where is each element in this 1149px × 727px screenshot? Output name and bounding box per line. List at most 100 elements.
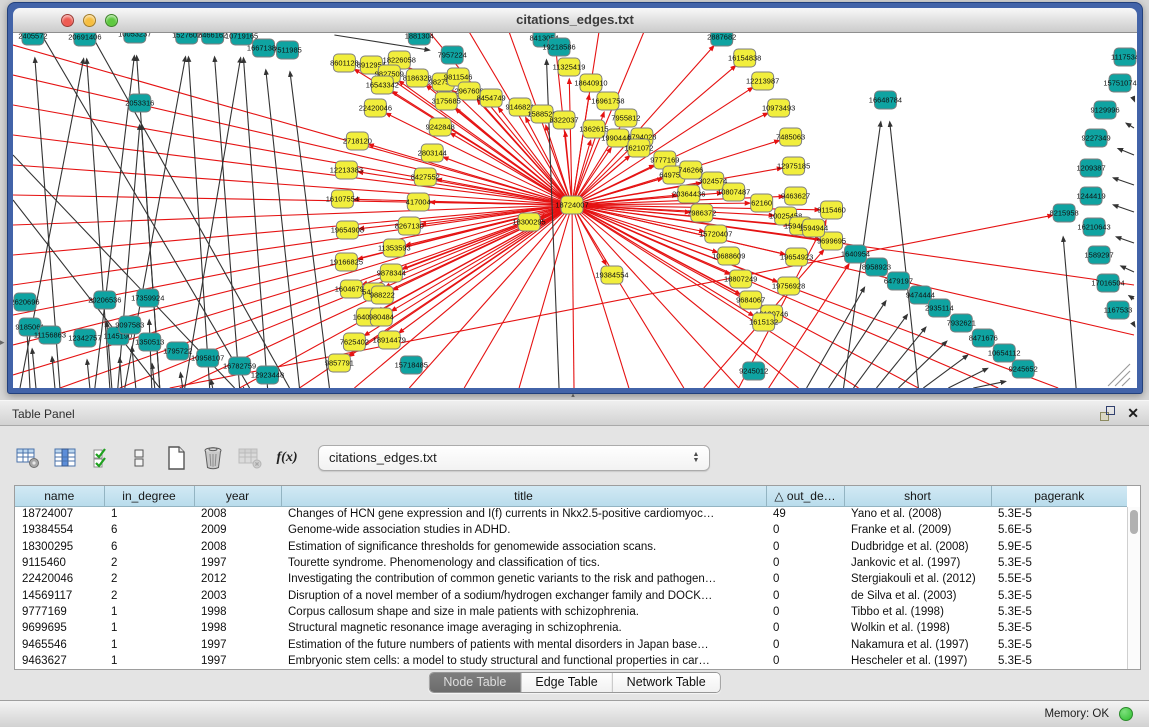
table-cell[interactable]: Franke et al. (2009) [844,522,991,538]
table-cell[interactable]: Structural magnetic resonance image aver… [281,620,766,636]
table-cell[interactable]: 5.3E-5 [991,604,1127,620]
table-row[interactable]: 1456911722003Disruption of a novel membe… [15,587,1127,603]
table-cell[interactable]: 0 [766,522,844,538]
table-cell[interactable]: 2 [104,555,194,571]
graph-node[interactable]: 980484 [369,308,394,326]
graph-node[interactable]: 2620696 [13,293,40,311]
graph-edge[interactable] [185,58,241,388]
table-cell[interactable]: 1998 [194,604,281,620]
table-row[interactable]: 2242004622012Investigating the contribut… [15,571,1127,587]
table-cell[interactable]: Jankovic et al. (1997) [844,555,991,571]
table-cell[interactable]: 6 [104,522,194,538]
table-cell[interactable]: Tourette syndrome. Phenomenology and cla… [281,555,766,571]
table-cell[interactable]: 5.9E-5 [991,539,1127,555]
graph-node[interactable]: 12213987 [746,72,779,90]
graph-node[interactable]: 8322037 [549,111,578,129]
table-cell[interactable]: Changes of HCN gene expression and I(f) … [281,506,766,522]
graph-node[interactable]: 9227349 [1082,129,1111,147]
table-cell[interactable]: 1998 [194,620,281,636]
graph-node[interactable]: 6479197 [884,272,913,290]
table-cell[interactable]: 9463627 [15,653,104,669]
graph-node[interactable]: 1244419 [1077,187,1106,205]
graph-node[interactable]: 988222 [370,286,395,304]
graph-node[interactable]: 2935114 [925,299,954,317]
graph-node[interactable]: 8186328 [403,69,432,87]
table-cell[interactable]: 1 [104,636,194,652]
table-cell[interactable]: 5.6E-5 [991,522,1127,538]
column-header-short[interactable]: short [844,486,991,506]
table-cell[interactable]: de Silva et al. (2003) [844,587,991,603]
table-cell[interactable]: 2 [104,571,194,587]
graph-edge[interactable] [1115,371,1130,386]
graph-node[interactable]: 1589297 [1085,246,1114,264]
table-cell[interactable]: 0 [766,587,844,603]
graph-edge[interactable] [1134,325,1135,326]
graph-edge[interactable] [854,315,908,388]
table-cell[interactable]: 0 [766,555,844,571]
table-cell[interactable]: 1 [104,620,194,636]
scrollbar-thumb[interactable] [1130,510,1138,534]
graph-node[interactable]: 1615132 [749,313,778,331]
table-cell[interactable]: Wolkin et al. (1998) [844,620,991,636]
graph-node[interactable]: 9684067 [736,291,765,309]
graph-node[interactable]: 16107554 [326,190,359,208]
table-cell[interactable]: 2008 [194,539,281,555]
table-cell[interactable]: 18724007 [15,506,104,522]
graph-node[interactable]: 2718120 [343,132,372,150]
column-header-pagerank[interactable]: pagerank [991,486,1127,506]
graph-edge[interactable] [1116,237,1134,243]
graph-node[interactable]: 1209387 [1077,159,1106,177]
graph-edge[interactable] [243,58,267,388]
graph-edge[interactable] [211,380,213,388]
graph-node[interactable]: 8601128 [330,54,359,72]
graph-node[interactable]: 9878344 [377,264,406,282]
graph-node[interactable]: 7625402 [340,333,369,351]
graph-node[interactable]: 15751074 [1103,74,1136,92]
graph-node[interactable]: 16154838 [728,49,761,67]
graph-node[interactable]: 19166825 [330,253,363,271]
table-row[interactable]: 977716911998Corpus callosum shape and si… [15,604,1127,620]
graph-node[interactable]: 7957224 [438,46,467,64]
table-cell[interactable]: 5.3E-5 [991,506,1127,522]
table-cell[interactable]: 1997 [194,636,281,652]
graph-node[interactable]: 10654112 [988,344,1021,362]
select-rows-check-icon[interactable] [88,444,116,472]
column-select-icon[interactable] [51,444,79,472]
graph-node[interactable]: 62160 [751,194,773,212]
graph-node[interactable]: 12975185 [777,157,810,175]
graph-node[interactable]: 1117534 [1111,48,1137,66]
table-row[interactable]: 946554611997Estimation of the future num… [15,636,1127,652]
table-cell[interactable]: 0 [766,604,844,620]
graph-node[interactable]: 7932621 [947,314,976,332]
graph-node[interactable]: 17359924 [131,289,164,307]
graph-node[interactable]: 12213383 [330,161,363,179]
graph-node[interactable]: 17016504 [1091,274,1124,292]
graph-node[interactable]: 8215958 [1050,204,1079,222]
graph-edge[interactable] [519,205,572,388]
graph-node[interactable]: 10688609 [712,247,745,265]
table-cell[interactable]: 2008 [194,506,281,522]
delete-entry-trash-icon[interactable] [199,444,227,472]
table-cell[interactable]: 0 [766,636,844,652]
graph-node[interactable]: 9129996 [1090,101,1119,119]
graph-node[interactable]: 8471676 [969,329,998,347]
graph-edge[interactable] [1129,296,1134,299]
graph-node[interactable]: 417004 [406,193,431,211]
graph-node[interactable]: 8427552 [411,168,440,186]
table-cell[interactable]: 1 [104,604,194,620]
table-vertical-scrollbar[interactable] [1127,507,1140,669]
graph-edge[interactable] [948,368,987,388]
graph-node[interactable]: 16961758 [591,92,624,110]
table-cell[interactable]: 18300295 [15,539,104,555]
column-header-in_degree[interactable]: in_degree [104,486,194,506]
network-window-titlebar[interactable]: citations_edges.txt [13,8,1137,33]
table-cell[interactable]: Nakamura et al. (1997) [844,636,991,652]
graph-node[interactable]: 7955812 [611,109,640,127]
table-cell[interactable]: Disruption of a novel member of a sodium… [281,587,766,603]
graph-node[interactable]: 2405572 [18,33,47,45]
row-pair-icon[interactable] [125,444,153,472]
table-cell[interactable]: 6 [104,539,194,555]
table-row[interactable]: 946362711997Embryonic stem cells: a mode… [15,653,1127,669]
graph-node[interactable]: 19756928 [772,277,805,295]
new-table-document-icon[interactable] [162,444,190,472]
